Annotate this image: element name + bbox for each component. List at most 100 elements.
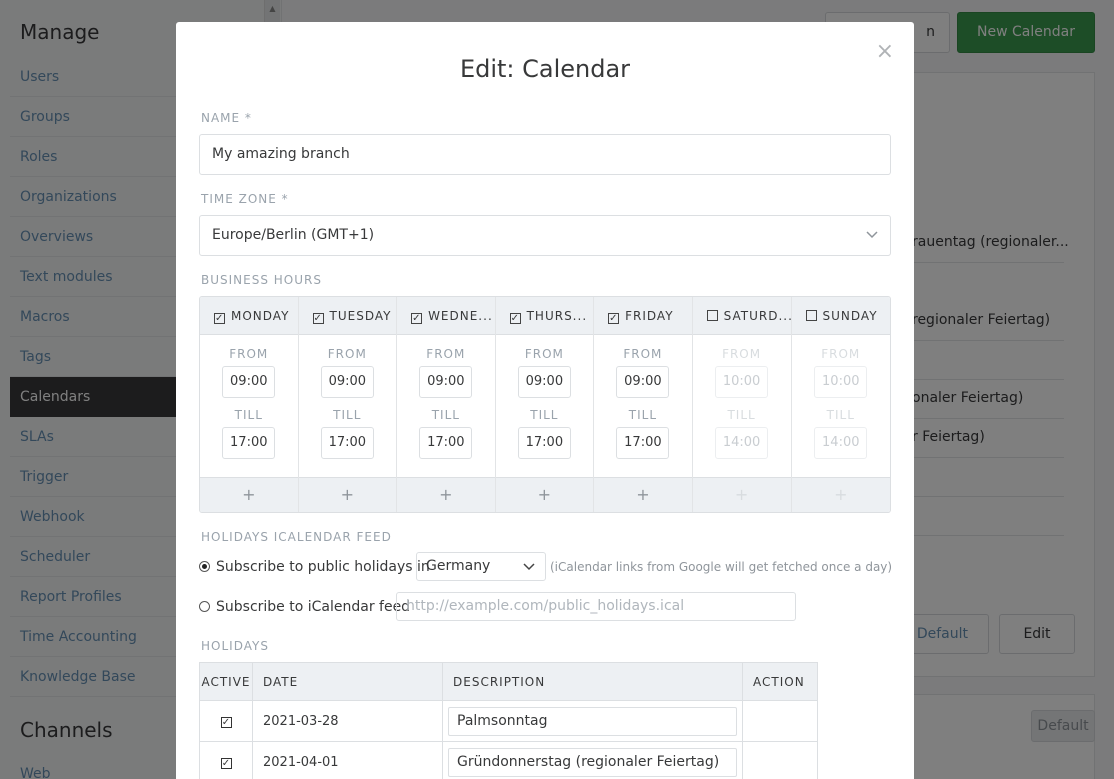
ical-label: HOLIDAYS ICALENDAR FEED xyxy=(201,530,392,544)
timezone-value: Europe/Berlin (GMT+1) xyxy=(212,227,375,243)
day-column: ✓ WEDNE... FROM 09:00 TILL 17:00 + xyxy=(397,297,496,512)
add-hours-button[interactable]: + xyxy=(397,477,495,512)
date-cell: 2021-03-28 xyxy=(252,700,443,742)
country-value: Germany xyxy=(426,558,491,574)
till-time-input[interactable]: 17:00 xyxy=(222,427,276,459)
till-time-input[interactable]: 14:00 xyxy=(715,427,769,459)
col-description: DESCRIPTION xyxy=(442,662,743,701)
description-cell: Gründonnerstag (regionaler Feiertag) xyxy=(442,741,743,779)
checkbox-checked[interactable]: ✓ xyxy=(312,313,324,324)
day-column: SUNDAY FROM 10:00 TILL 14:00 + xyxy=(791,297,890,512)
ical-feed-input[interactable]: http://example.com/public_holidays.ical xyxy=(396,592,796,621)
day-name: TUESDAY xyxy=(329,309,392,323)
till-time-input[interactable]: 14:00 xyxy=(814,427,868,459)
from-time-input[interactable]: 09:00 xyxy=(320,366,374,398)
active-cell: ✓ xyxy=(199,741,253,779)
action-cell xyxy=(742,700,818,742)
checkbox-checked[interactable]: ✓ xyxy=(411,313,423,324)
day-name: WEDNE... xyxy=(428,309,493,323)
day-column: ✓ FRIDAY FROM 09:00 TILL 17:00 + xyxy=(594,297,693,512)
from-label: FROM xyxy=(821,347,861,361)
till-time-input[interactable]: 17:00 xyxy=(320,427,374,459)
description-cell: Palmsonntag xyxy=(442,700,743,742)
country-select[interactable]: Germany xyxy=(416,552,546,581)
active-cell: ✓ xyxy=(199,700,253,742)
from-label: FROM xyxy=(722,347,762,361)
day-header[interactable]: SATURD... xyxy=(692,297,791,335)
public-holidays-option[interactable]: Subscribe to public holidays in xyxy=(199,559,430,575)
modal-title: Edit: Calendar xyxy=(459,55,631,83)
business-hours-grid: ✓ MONDAY FROM 09:00 TILL 17:00 + ✓ TUESDAY FROM 09… xyxy=(199,296,891,513)
timezone-select[interactable]: Europe/Berlin (GMT+1) xyxy=(199,215,891,256)
ical-feed-option[interactable]: Subscribe to iCalendar feed xyxy=(199,599,410,615)
day-header[interactable]: SUNDAY xyxy=(791,297,890,335)
col-action: ACTION xyxy=(742,662,818,701)
public-holidays-label: Subscribe to public holidays in xyxy=(216,559,430,575)
radio-unchecked[interactable] xyxy=(199,601,210,612)
till-label: TILL xyxy=(333,408,362,422)
from-time-input[interactable]: 09:00 xyxy=(616,366,670,398)
checkbox-unchecked[interactable] xyxy=(706,310,718,321)
radio-checked[interactable] xyxy=(199,561,210,572)
day-header[interactable]: ✓ WEDNE... xyxy=(397,297,495,335)
day-name: SATURD... xyxy=(723,309,791,323)
till-time-input[interactable]: 17:00 xyxy=(419,427,473,459)
from-time-input[interactable]: 09:00 xyxy=(517,366,571,398)
from-label: FROM xyxy=(327,347,367,361)
holidays-table: ACTIVE DATE DESCRIPTION ACTION ✓ 2021-03-… xyxy=(199,662,818,779)
checkbox-checked[interactable]: ✓ xyxy=(214,313,225,324)
description-input[interactable]: Palmsonntag xyxy=(448,706,737,736)
add-hours-button[interactable]: + xyxy=(200,477,298,512)
add-hours-button[interactable]: + xyxy=(495,477,594,512)
holidays-label: HOLIDAYS xyxy=(201,639,269,653)
name-label: NAME * xyxy=(201,111,252,125)
day-column: ✓ THURS... FROM 09:00 TILL 17:00 + xyxy=(495,297,595,512)
from-label: FROM xyxy=(623,347,663,361)
checkbox-unchecked[interactable] xyxy=(805,310,817,321)
from-time-input[interactable]: 10:00 xyxy=(715,366,769,398)
day-header[interactable]: ✓ TUESDAY xyxy=(298,297,397,335)
day-header[interactable]: ✓ THURS... xyxy=(495,297,594,335)
from-label: FROM xyxy=(426,347,466,361)
till-label: TILL xyxy=(530,408,559,422)
from-time-input[interactable]: 09:00 xyxy=(222,366,276,398)
from-label: FROM xyxy=(229,347,269,361)
till-time-input[interactable]: 17:00 xyxy=(616,427,670,459)
table-row: ✓ 2021-03-28 Palmsonntag xyxy=(199,700,818,742)
till-label: TILL xyxy=(628,408,658,422)
checkbox-checked[interactable]: ✓ xyxy=(509,313,521,324)
till-time-input[interactable]: 17:00 xyxy=(517,427,571,459)
col-date: DATE xyxy=(252,662,443,701)
day-name: THURS... xyxy=(526,309,588,323)
add-hours-button[interactable]: + xyxy=(791,477,890,512)
checkbox-checked[interactable]: ✓ xyxy=(220,757,232,769)
table-row: ✓ 2021-04-01 Gründonnerstag (regionaler Fe… xyxy=(199,741,818,779)
till-label: TILL xyxy=(234,408,263,422)
add-hours-button[interactable]: + xyxy=(692,477,791,512)
till-label: TILL xyxy=(727,408,756,422)
description-input[interactable]: Gründonnerstag (regionaler Feiertag) xyxy=(448,747,737,777)
day-name: SUNDAY xyxy=(822,309,878,323)
from-time-input[interactable]: 10:00 xyxy=(814,366,868,398)
action-cell xyxy=(742,741,818,779)
timezone-label: TIME ZONE * xyxy=(201,192,289,206)
name-input[interactable]: My amazing branch xyxy=(199,134,891,175)
col-active: ACTIVE xyxy=(199,662,253,701)
day-header[interactable]: ✓ MONDAY xyxy=(200,297,298,335)
day-column: SATURD... FROM 10:00 TILL 14:00 + xyxy=(692,297,792,512)
from-time-input[interactable]: 09:00 xyxy=(419,366,473,398)
edit-calendar-modal: × Edit: Calendar NAME * My amazing branc… xyxy=(176,22,914,779)
ical-feed-label: Subscribe to iCalendar feed xyxy=(216,599,411,615)
till-label: TILL xyxy=(431,408,460,422)
business-hours-label: BUSINESS HOURS xyxy=(201,273,322,287)
from-label: FROM xyxy=(524,347,564,361)
day-column: ✓ MONDAY FROM 09:00 TILL 17:00 + xyxy=(200,297,299,512)
chevron-down-icon xyxy=(523,553,535,590)
checkbox-checked[interactable]: ✓ xyxy=(220,716,232,728)
add-hours-button[interactable]: + xyxy=(298,477,397,512)
day-header[interactable]: ✓ FRIDAY xyxy=(594,297,692,335)
checkbox-checked[interactable]: ✓ xyxy=(608,313,620,324)
date-cell: 2021-04-01 xyxy=(252,741,443,779)
day-name: MONDAY xyxy=(231,309,290,323)
add-hours-button[interactable]: + xyxy=(594,477,692,512)
